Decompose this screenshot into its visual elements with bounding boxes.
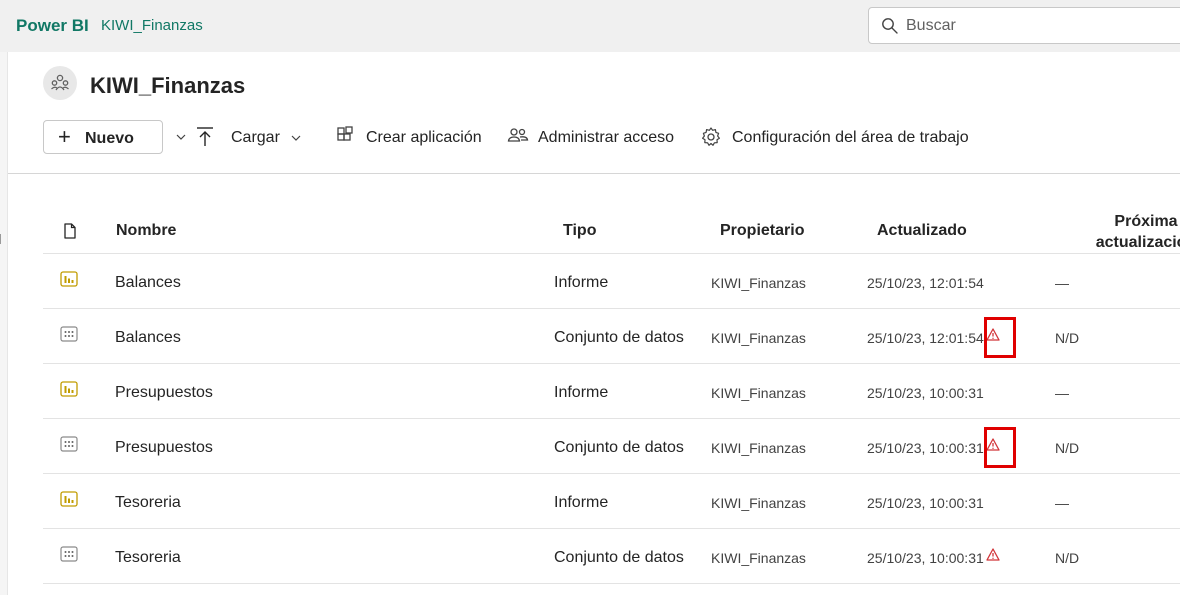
- item-type: Informe: [554, 494, 609, 511]
- people-icon: [507, 128, 529, 142]
- table-row[interactable]: Presupuestos Informe KIWI_Finanzas 25/10…: [43, 364, 1180, 419]
- upload-button[interactable]: Cargar: [195, 126, 305, 152]
- top-bar: Power BI KIWI_Finanzas: [0, 0, 1180, 52]
- column-header-next-refresh[interactable]: Próxima actualización: [1086, 211, 1180, 253]
- dataset-icon: [60, 436, 78, 457]
- app-grid-icon: [337, 126, 353, 141]
- toolbar-divider: [8, 173, 1180, 174]
- table-row[interactable]: Tesoreria Conjunto de datos KIWI_Finanza…: [43, 529, 1180, 584]
- item-owner: KIWI_Finanzas: [711, 495, 806, 511]
- item-owner: KIWI_Finanzas: [711, 385, 806, 401]
- search-box[interactable]: [868, 7, 1180, 44]
- highlight-box: [984, 427, 1016, 468]
- upload-icon: [197, 127, 213, 146]
- item-next-refresh: N/D: [1055, 550, 1080, 566]
- breadcrumb-workspace[interactable]: KIWI_Finanzas: [101, 17, 203, 34]
- left-edge-marker: [0, 234, 4, 244]
- chevron-down-icon: [291, 135, 301, 141]
- item-owner: KIWI_Finanzas: [711, 275, 806, 291]
- report-icon: [60, 271, 78, 292]
- item-updated: 25/10/23, 12:01:54: [867, 275, 984, 291]
- report-icon: [60, 381, 78, 402]
- new-button[interactable]: + Nuevo: [43, 120, 186, 154]
- item-name[interactable]: Presupuestos: [115, 439, 213, 457]
- upload-label: Cargar: [231, 129, 280, 146]
- search-icon: [882, 18, 898, 34]
- item-type: Informe: [554, 274, 609, 291]
- item-updated: 25/10/23, 12:01:54: [867, 330, 984, 346]
- item-next-refresh: N/D: [1055, 330, 1080, 346]
- item-name[interactable]: Tesoreria: [115, 549, 181, 567]
- item-owner: KIWI_Finanzas: [711, 440, 806, 456]
- table-row[interactable]: Tesoreria Informe KIWI_Finanzas 25/10/23…: [43, 474, 1180, 529]
- file-type-icon: [64, 223, 76, 239]
- table-row[interactable]: Balances Conjunto de datos KIWI_Finanzas…: [43, 309, 1180, 364]
- item-owner: KIWI_Finanzas: [711, 330, 806, 346]
- dataset-icon: [60, 546, 78, 567]
- item-name[interactable]: Balances: [115, 274, 181, 292]
- new-button-label: Nuevo: [85, 130, 134, 147]
- column-header-type[interactable]: Tipo: [563, 222, 596, 240]
- column-header-updated[interactable]: Actualizado: [877, 222, 967, 240]
- refresh-warning-icon[interactable]: [986, 548, 1000, 566]
- item-updated: 25/10/23, 10:00:31: [867, 385, 984, 401]
- workspace-avatar: [43, 66, 77, 100]
- create-app-button[interactable]: Crear aplicación: [336, 126, 486, 152]
- workspace-title: KIWI_Finanzas: [90, 73, 246, 98]
- item-owner: KIWI_Finanzas: [711, 550, 806, 566]
- item-updated: 25/10/23, 10:00:31: [867, 495, 984, 511]
- manage-access-button[interactable]: Administrar acceso: [507, 126, 677, 152]
- item-type: Conjunto de datos: [554, 439, 684, 456]
- dataset-icon: [60, 326, 78, 347]
- table-row[interactable]: Balances Informe KIWI_Finanzas 25/10/23,…: [43, 254, 1180, 309]
- report-icon: [60, 491, 78, 512]
- item-next-refresh: —: [1055, 385, 1069, 401]
- chevron-down-icon: [176, 134, 186, 140]
- next-refresh-line1: Próxima: [1114, 213, 1178, 230]
- table-row[interactable]: Presupuestos Conjunto de datos KIWI_Fina…: [43, 419, 1180, 474]
- item-updated: 25/10/23, 10:00:31: [867, 550, 984, 566]
- highlight-box: [984, 317, 1016, 358]
- search-input[interactable]: [906, 14, 1166, 38]
- item-next-refresh: N/D: [1055, 440, 1080, 456]
- gear-icon: [702, 127, 720, 146]
- item-updated: 25/10/23, 10:00:31: [867, 440, 984, 456]
- left-nav-edge: [0, 52, 8, 595]
- item-type: Informe: [554, 384, 609, 401]
- workspace-settings-label: Configuración del área de trabajo: [732, 129, 969, 146]
- plus-icon: +: [58, 124, 71, 149]
- manage-access-label: Administrar acceso: [538, 129, 675, 146]
- item-next-refresh: —: [1055, 495, 1069, 511]
- item-next-refresh: —: [1055, 275, 1069, 291]
- item-type: Conjunto de datos: [554, 549, 684, 566]
- next-refresh-line2: actualización: [1095, 234, 1180, 251]
- workspace-group-icon: [51, 74, 69, 91]
- item-name[interactable]: Presupuestos: [115, 384, 213, 402]
- column-header-owner[interactable]: Propietario: [720, 222, 804, 240]
- item-name[interactable]: Tesoreria: [115, 494, 181, 512]
- create-app-label: Crear aplicación: [366, 129, 482, 146]
- workspace-settings-button[interactable]: Configuración del área de trabajo: [700, 126, 970, 152]
- app-brand[interactable]: Power BI: [16, 16, 89, 36]
- item-name[interactable]: Balances: [115, 329, 181, 347]
- item-type: Conjunto de datos: [554, 329, 684, 346]
- column-header-name[interactable]: Nombre: [116, 222, 176, 240]
